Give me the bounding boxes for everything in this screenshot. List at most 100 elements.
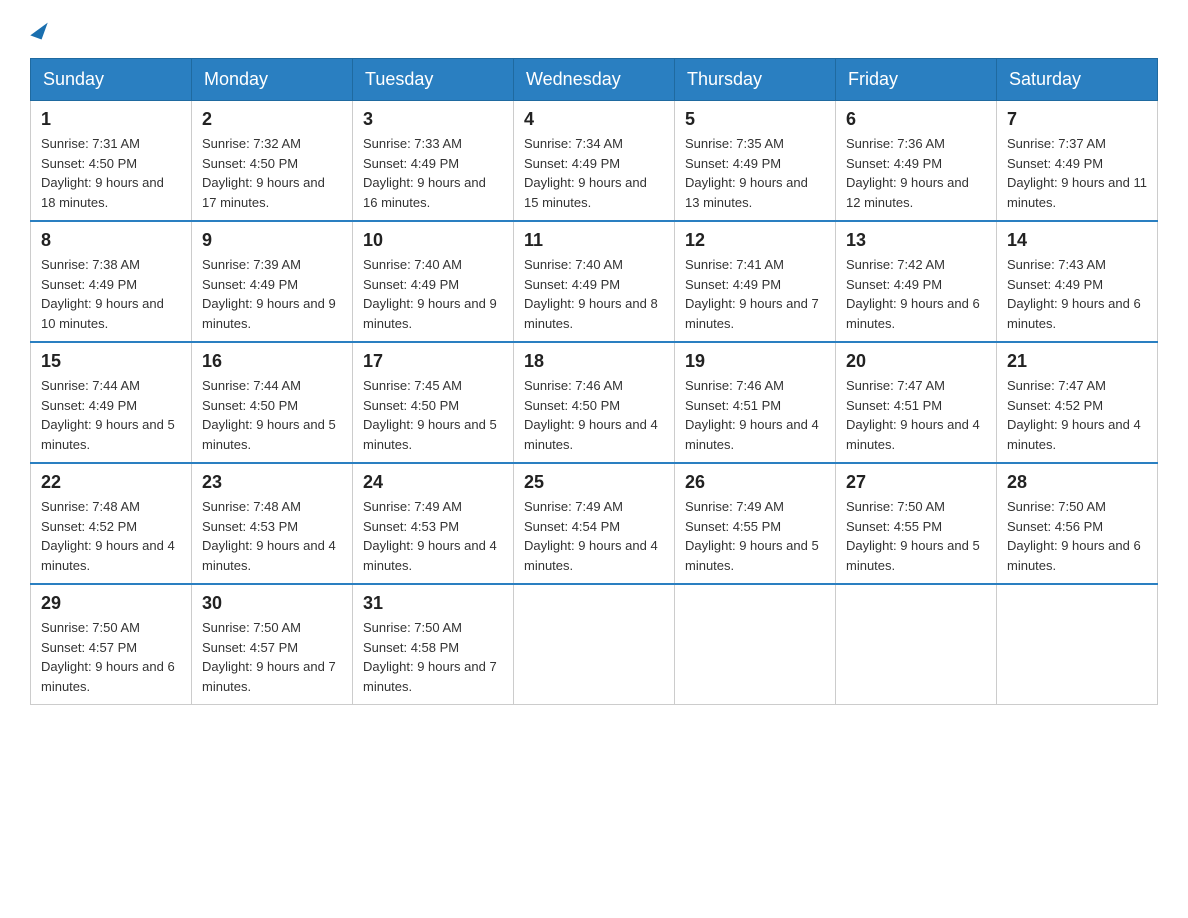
day-info: Sunrise: 7:48 AMSunset: 4:52 PMDaylight:… [41,497,181,575]
weekday-header-row: SundayMondayTuesdayWednesdayThursdayFrid… [31,59,1158,101]
day-info: Sunrise: 7:47 AMSunset: 4:52 PMDaylight:… [1007,376,1147,454]
day-info: Sunrise: 7:34 AMSunset: 4:49 PMDaylight:… [524,134,664,212]
day-number: 11 [524,230,664,251]
day-number: 28 [1007,472,1147,493]
calendar-cell: 11 Sunrise: 7:40 AMSunset: 4:49 PMDayligh… [514,221,675,342]
logo-triangle-icon [30,18,47,39]
day-info: Sunrise: 7:40 AMSunset: 4:49 PMDaylight:… [524,255,664,333]
day-number: 15 [41,351,181,372]
week-row-5: 29Sunrise: 7:50 AMSunset: 4:57 PMDayligh… [31,584,1158,705]
day-number: 30 [202,593,342,614]
day-number: 22 [41,472,181,493]
calendar-cell: 5 Sunrise: 7:35 AMSunset: 4:49 PMDaylight… [675,101,836,222]
day-number: 21 [1007,351,1147,372]
day-number: 16 [202,351,342,372]
day-info: Sunrise: 7:31 AMSunset: 4:50 PMDaylight:… [41,134,181,212]
day-number: 24 [363,472,503,493]
day-info: Sunrise: 7:44 AMSunset: 4:50 PMDaylight:… [202,376,342,454]
calendar-cell: 8 Sunrise: 7:38 AMSunset: 4:49 PMDaylight… [31,221,192,342]
calendar-cell [836,584,997,705]
calendar-cell: 7 Sunrise: 7:37 AMSunset: 4:49 PMDaylight… [997,101,1158,222]
calendar-cell [675,584,836,705]
day-info: Sunrise: 7:42 AMSunset: 4:49 PMDaylight:… [846,255,986,333]
weekday-header-sunday: Sunday [31,59,192,101]
day-number: 17 [363,351,503,372]
day-info: Sunrise: 7:41 AMSunset: 4:49 PMDaylight:… [685,255,825,333]
day-info: Sunrise: 7:50 AMSunset: 4:56 PMDaylight:… [1007,497,1147,575]
calendar-cell: 16 Sunrise: 7:44 AMSunset: 4:50 PMDayligh… [192,342,353,463]
day-number: 20 [846,351,986,372]
day-info: Sunrise: 7:32 AMSunset: 4:50 PMDaylight:… [202,134,342,212]
day-number: 27 [846,472,986,493]
day-info: Sunrise: 7:45 AMSunset: 4:50 PMDaylight:… [363,376,503,454]
calendar-cell: 19 Sunrise: 7:46 AMSunset: 4:51 PMDayligh… [675,342,836,463]
day-info: Sunrise: 7:35 AMSunset: 4:49 PMDaylight:… [685,134,825,212]
day-info: Sunrise: 7:38 AMSunset: 4:49 PMDaylight:… [41,255,181,333]
calendar-cell: 15 Sunrise: 7:44 AMSunset: 4:49 PMDayligh… [31,342,192,463]
calendar-cell: 28 Sunrise: 7:50 AMSunset: 4:56 PMDayligh… [997,463,1158,584]
weekday-header-tuesday: Tuesday [353,59,514,101]
calendar-cell: 12 Sunrise: 7:41 AMSunset: 4:49 PMDayligh… [675,221,836,342]
day-number: 10 [363,230,503,251]
calendar-cell: 13 Sunrise: 7:42 AMSunset: 4:49 PMDayligh… [836,221,997,342]
day-number: 19 [685,351,825,372]
day-number: 13 [846,230,986,251]
day-number: 2 [202,109,342,130]
day-info: Sunrise: 7:49 AMSunset: 4:54 PMDaylight:… [524,497,664,575]
calendar-cell: 17 Sunrise: 7:45 AMSunset: 4:50 PMDayligh… [353,342,514,463]
day-number: 31 [363,593,503,614]
day-info: Sunrise: 7:44 AMSunset: 4:49 PMDaylight:… [41,376,181,454]
day-number: 25 [524,472,664,493]
day-number: 4 [524,109,664,130]
day-info: Sunrise: 7:49 AMSunset: 4:53 PMDaylight:… [363,497,503,575]
calendar-cell: 29Sunrise: 7:50 AMSunset: 4:57 PMDayligh… [31,584,192,705]
weekday-header-saturday: Saturday [997,59,1158,101]
calendar-cell: 26 Sunrise: 7:49 AMSunset: 4:55 PMDayligh… [675,463,836,584]
day-info: Sunrise: 7:46 AMSunset: 4:51 PMDaylight:… [685,376,825,454]
day-info: Sunrise: 7:33 AMSunset: 4:49 PMDaylight:… [363,134,503,212]
day-number: 3 [363,109,503,130]
weekday-header-monday: Monday [192,59,353,101]
calendar-cell: 10Sunrise: 7:40 AMSunset: 4:49 PMDayligh… [353,221,514,342]
day-info: Sunrise: 7:50 AMSunset: 4:57 PMDaylight:… [202,618,342,696]
weekday-header-wednesday: Wednesday [514,59,675,101]
calendar-cell: 22 Sunrise: 7:48 AMSunset: 4:52 PMDayligh… [31,463,192,584]
calendar-cell: 2 Sunrise: 7:32 AMSunset: 4:50 PMDaylight… [192,101,353,222]
calendar-cell: 24 Sunrise: 7:49 AMSunset: 4:53 PMDayligh… [353,463,514,584]
calendar-cell: 1 Sunrise: 7:31 AMSunset: 4:50 PMDaylight… [31,101,192,222]
calendar-cell: 18 Sunrise: 7:46 AMSunset: 4:50 PMDayligh… [514,342,675,463]
calendar-table: SundayMondayTuesdayWednesdayThursdayFrid… [30,58,1158,705]
calendar-cell: 20Sunrise: 7:47 AMSunset: 4:51 PMDayligh… [836,342,997,463]
calendar-cell: 6Sunrise: 7:36 AMSunset: 4:49 PMDaylight… [836,101,997,222]
day-info: Sunrise: 7:36 AMSunset: 4:49 PMDaylight:… [846,134,986,212]
weekday-header-thursday: Thursday [675,59,836,101]
week-row-1: 1 Sunrise: 7:31 AMSunset: 4:50 PMDaylight… [31,101,1158,222]
day-number: 26 [685,472,825,493]
calendar-cell: 23 Sunrise: 7:48 AMSunset: 4:53 PMDayligh… [192,463,353,584]
week-row-3: 15 Sunrise: 7:44 AMSunset: 4:49 PMDayligh… [31,342,1158,463]
calendar-cell: 30 Sunrise: 7:50 AMSunset: 4:57 PMDayligh… [192,584,353,705]
day-info: Sunrise: 7:46 AMSunset: 4:50 PMDaylight:… [524,376,664,454]
calendar-cell [514,584,675,705]
day-number: 1 [41,109,181,130]
day-info: Sunrise: 7:50 AMSunset: 4:57 PMDaylight:… [41,618,181,696]
day-number: 23 [202,472,342,493]
day-info: Sunrise: 7:49 AMSunset: 4:55 PMDaylight:… [685,497,825,575]
day-number: 14 [1007,230,1147,251]
day-number: 18 [524,351,664,372]
calendar-cell: 4 Sunrise: 7:34 AMSunset: 4:49 PMDaylight… [514,101,675,222]
calendar-cell: 27 Sunrise: 7:50 AMSunset: 4:55 PMDayligh… [836,463,997,584]
calendar-cell: 3 Sunrise: 7:33 AMSunset: 4:49 PMDaylight… [353,101,514,222]
day-number: 12 [685,230,825,251]
day-number: 7 [1007,109,1147,130]
day-info: Sunrise: 7:50 AMSunset: 4:55 PMDaylight:… [846,497,986,575]
day-number: 8 [41,230,181,251]
day-info: Sunrise: 7:39 AMSunset: 4:49 PMDaylight:… [202,255,342,333]
calendar-cell: 9Sunrise: 7:39 AMSunset: 4:49 PMDaylight… [192,221,353,342]
weekday-header-friday: Friday [836,59,997,101]
calendar-cell [997,584,1158,705]
calendar-cell: 14Sunrise: 7:43 AMSunset: 4:49 PMDayligh… [997,221,1158,342]
day-info: Sunrise: 7:48 AMSunset: 4:53 PMDaylight:… [202,497,342,575]
day-number: 5 [685,109,825,130]
day-info: Sunrise: 7:37 AMSunset: 4:49 PMDaylight:… [1007,134,1147,212]
